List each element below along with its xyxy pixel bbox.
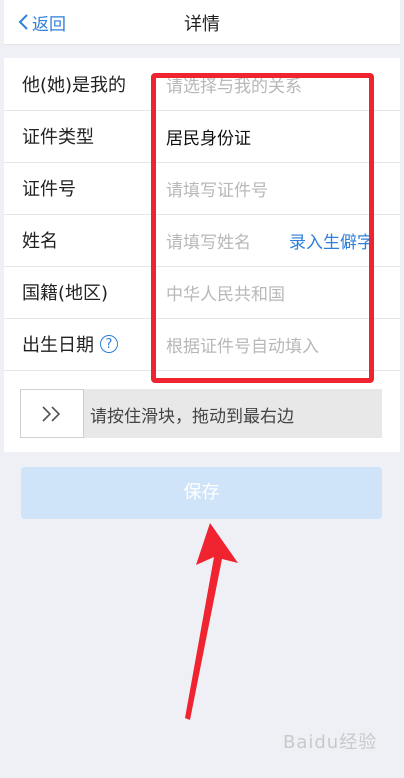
- nationality-select[interactable]: 中华人民共和国: [166, 280, 285, 305]
- birth-date-label-text: 出生日期: [22, 335, 94, 356]
- birth-date-label: 出生日期 ?: [22, 331, 118, 357]
- birth-date-row: 出生日期 ? 根据证件号自动填入: [4, 318, 400, 371]
- nationality-row[interactable]: 国籍(地区) 中华人民共和国: [4, 266, 400, 319]
- page-title: 详情: [184, 14, 220, 35]
- relation-select[interactable]: 请选择与我的关系: [166, 72, 302, 97]
- name-input[interactable]: 请填写姓名: [166, 228, 251, 253]
- relation-row[interactable]: 他(她)是我的 请选择与我的关系: [4, 58, 400, 111]
- relation-label: 他(她)是我的: [22, 75, 127, 96]
- name-row: 姓名 请填写姓名 录入生僻字: [4, 214, 400, 267]
- double-chevron-right-icon: [42, 405, 61, 422]
- name-label: 姓名: [22, 231, 58, 252]
- rare-character-link[interactable]: 录入生僻字: [289, 228, 374, 253]
- slider-handle[interactable]: [20, 389, 84, 438]
- id-type-select[interactable]: 居民身份证: [166, 124, 251, 149]
- id-type-label: 证件类型: [22, 127, 94, 148]
- save-button[interactable]: 保存: [21, 467, 382, 519]
- red-arrow-annotation: [185, 523, 238, 720]
- top-nav-bar: 返回 详情: [4, 0, 400, 45]
- nationality-label: 国籍(地区): [22, 283, 109, 304]
- birth-date-field: 根据证件号自动填入: [166, 337, 319, 357]
- question-circle-icon[interactable]: ?: [100, 335, 118, 353]
- id-number-label: 证件号: [22, 179, 76, 200]
- id-number-row: 证件号 请填写证件号: [4, 162, 400, 215]
- id-type-row[interactable]: 证件类型 居民身份证: [4, 110, 400, 163]
- slider-instruction: 请按住滑块，拖动到最右边: [90, 407, 294, 427]
- id-number-input[interactable]: 请填写证件号: [166, 176, 268, 201]
- baidu-watermark: Baidu经验: [283, 732, 378, 753]
- slider-captcha: 请按住滑块，拖动到最右边: [20, 389, 382, 438]
